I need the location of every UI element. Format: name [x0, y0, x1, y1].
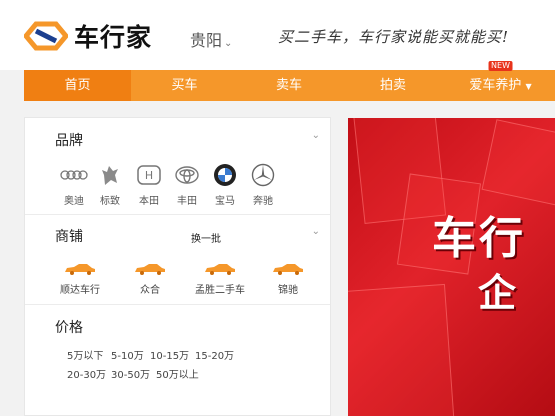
brand-label: 标致	[100, 196, 120, 207]
brand-label: 丰田	[177, 196, 197, 207]
divider	[25, 304, 330, 305]
price-range[interactable]: 15-20万	[195, 347, 234, 362]
svg-text:H: H	[145, 169, 153, 182]
peugeot-logo-icon	[90, 162, 130, 188]
car-icon	[185, 263, 255, 277]
shop-item[interactable]: 顺达车行	[45, 263, 115, 296]
banner-decor-panel	[348, 283, 455, 416]
brand-label: 宝马	[215, 196, 235, 207]
slogan: 买二手车，车行家说能买就能买!	[278, 28, 510, 46]
nav-buy-car[interactable]: 买车	[131, 70, 238, 101]
chevron-down-icon: ⌄	[224, 38, 233, 49]
brand-mercedes[interactable]: 奔驰	[243, 162, 283, 207]
nav-sell-label: 卖车	[275, 78, 302, 93]
price-range[interactable]: 50万以上	[156, 366, 199, 381]
nav-home[interactable]: 首页	[24, 70, 131, 101]
nav-home-label: 首页	[64, 78, 91, 93]
nav-car-care-label: 爱车养护	[469, 78, 522, 93]
site-header: 车行家 贵阳 ⌄ 买二手车，车行家说能买就能买!	[0, 0, 555, 70]
nav-car-care[interactable]: NEW 爱车养护 ▼	[446, 61, 555, 101]
brand-section: 品牌 ⌄ 奥迪 标致 H 本田 丰田 宝马 奔驰	[25, 118, 330, 215]
brand-label: 奥迪	[64, 196, 84, 207]
shop-item[interactable]: 众合	[115, 263, 185, 296]
shop-label: 孟胜二手车	[195, 285, 245, 296]
banner-headline: 车行	[432, 213, 526, 264]
swap-batch-link[interactable]: 换一批	[191, 230, 221, 245]
main-nav: 首页 买车 卖车 拍卖 NEW 爱车养护 ▼	[24, 61, 555, 101]
honda-logo-icon: H	[129, 162, 169, 188]
brand-honda[interactable]: H 本田	[129, 162, 169, 207]
audi-logo-icon	[54, 162, 94, 188]
shop-item[interactable]: 锦驰	[253, 263, 323, 296]
nav-auction[interactable]: 拍卖	[340, 70, 446, 101]
caret-down-icon: ▼	[525, 82, 532, 91]
brand-label: 本田	[139, 196, 159, 207]
price-range[interactable]: 20-30万	[67, 366, 106, 381]
city-selector[interactable]: 贵阳 ⌄	[190, 27, 232, 51]
new-badge: NEW	[488, 61, 513, 71]
banner-subheadline: 企	[478, 271, 517, 315]
logo-mark-icon	[24, 21, 68, 51]
chevron-down-icon[interactable]: ⌄	[312, 226, 320, 237]
shop-title: 商铺	[55, 229, 83, 245]
bmw-logo-icon	[205, 162, 245, 188]
mercedes-logo-icon	[243, 162, 283, 188]
shop-item[interactable]: 孟胜二手车	[185, 263, 255, 296]
price-range[interactable]: 10-15万	[150, 347, 189, 362]
brand-audi[interactable]: 奥迪	[54, 162, 94, 207]
shop-label: 众合	[140, 285, 160, 296]
price-range[interactable]: 30-50万	[111, 366, 150, 381]
car-icon	[45, 263, 115, 277]
nav-buy-label: 买车	[171, 78, 198, 93]
toyota-logo-icon	[167, 162, 207, 188]
site-logo[interactable]: 车行家	[24, 18, 152, 54]
brand-peugeot[interactable]: 标致	[90, 162, 130, 207]
city-label: 贵阳	[190, 31, 223, 50]
nav-sell-car[interactable]: 卖车	[238, 70, 340, 101]
brand-toyota[interactable]: 丰田	[167, 162, 207, 207]
price-range[interactable]: 5-10万	[111, 347, 144, 362]
brand-label: 奔驰	[253, 196, 273, 207]
chevron-down-icon[interactable]: ⌄	[312, 130, 320, 141]
shop-label: 锦驰	[278, 285, 298, 296]
promo-banner[interactable]: 车行 企	[348, 118, 555, 416]
logo-text: 车行家	[74, 23, 153, 52]
car-icon	[253, 263, 323, 277]
car-icon	[115, 263, 185, 277]
nav-auction-label: 拍卖	[379, 78, 406, 93]
price-range[interactable]: 5万以下	[67, 347, 103, 362]
brand-title: 品牌	[55, 133, 83, 149]
brand-bmw[interactable]: 宝马	[205, 162, 245, 207]
filter-panel: 品牌 ⌄ 奥迪 标致 H 本田 丰田 宝马 奔驰 商铺 ⌄ 换一批 顺达车行 众…	[24, 117, 331, 416]
price-title: 价格	[55, 320, 83, 336]
shop-label: 顺达车行	[60, 285, 100, 296]
